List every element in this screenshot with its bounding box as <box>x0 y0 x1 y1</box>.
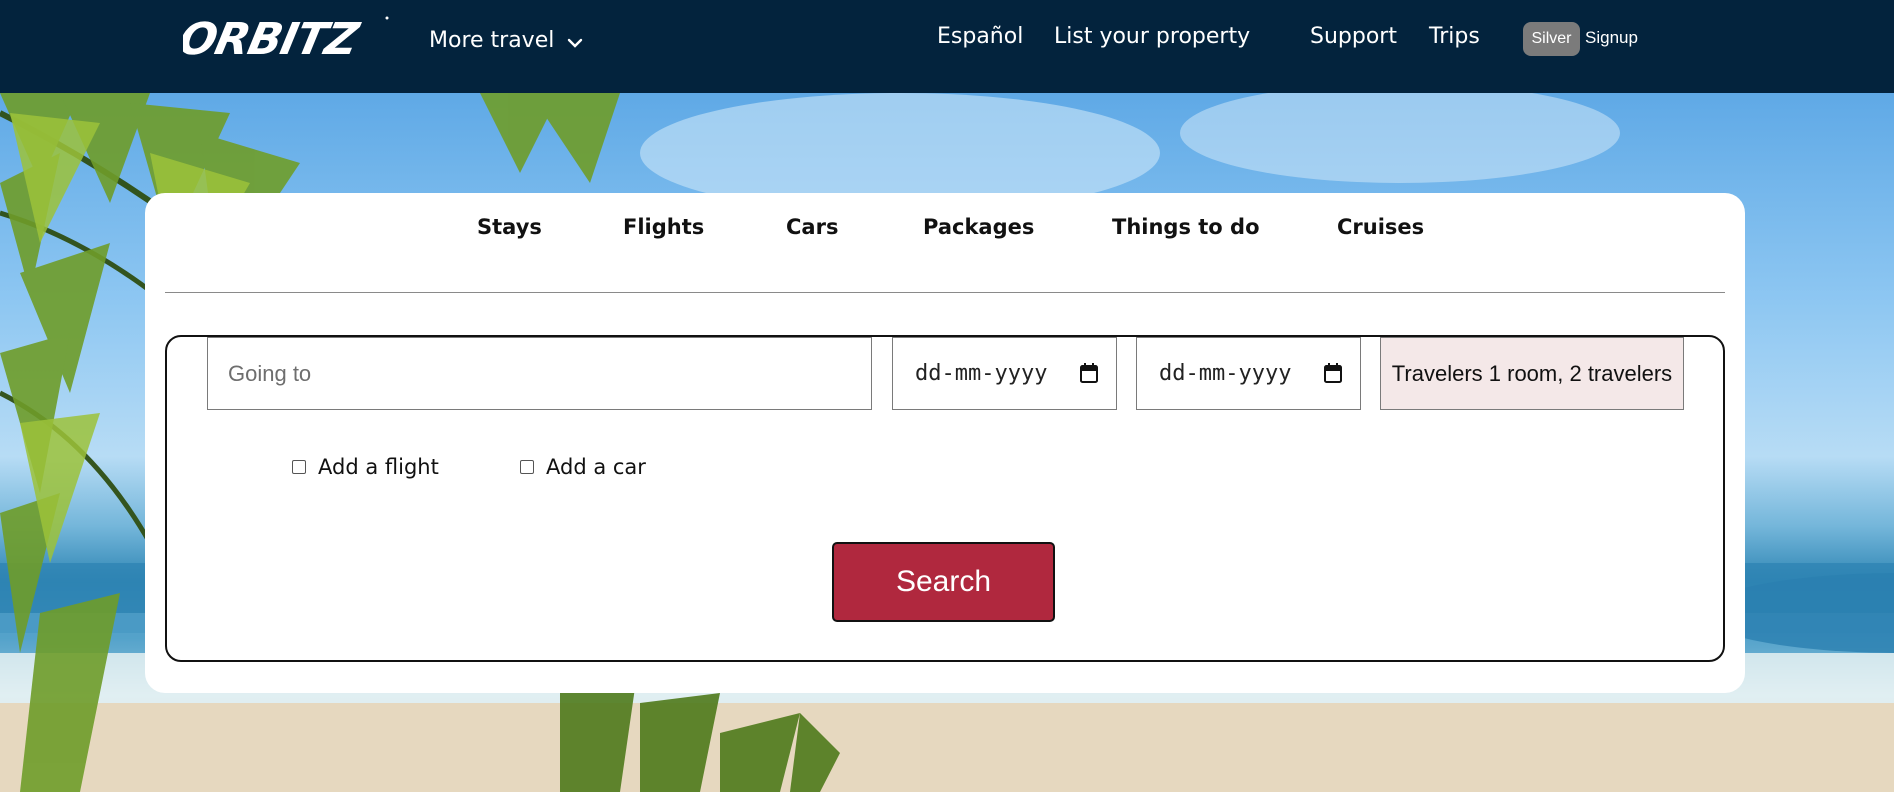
logo-text: ORBITZ <box>183 14 364 62</box>
checkin-date-input[interactable]: dd-mm-yyyy <box>892 337 1117 410</box>
support-link[interactable]: Support <box>1310 24 1397 49</box>
checkout-date-placeholder: dd-mm-yyyy <box>1159 361 1292 386</box>
calendar-icon[interactable] <box>1080 363 1098 383</box>
tab-flights[interactable]: Flights <box>623 215 704 239</box>
list-your-property-link[interactable]: List your property <box>1054 24 1250 49</box>
tab-stays[interactable]: Stays <box>477 215 542 239</box>
search-card: Stays Flights Cars Packages Things to do… <box>145 193 1745 693</box>
signup-link[interactable]: Signup <box>1585 28 1638 48</box>
tab-cars[interactable]: Cars <box>786 215 838 239</box>
tabs-divider <box>165 292 1725 293</box>
add-flight-checkbox[interactable] <box>292 460 306 474</box>
language-link-espanol[interactable]: Español <box>937 24 1023 49</box>
checkout-date-input[interactable]: dd-mm-yyyy <box>1136 337 1361 410</box>
add-car-checkbox[interactable] <box>520 460 534 474</box>
travelers-selector[interactable]: Travelers 1 room, 2 travelers <box>1380 337 1684 410</box>
tab-cruises[interactable]: Cruises <box>1337 215 1424 239</box>
more-travel-label: More travel <box>429 28 555 53</box>
more-travel-menu[interactable]: More travel <box>429 28 583 54</box>
product-tabs: Stays Flights Cars Packages Things to do… <box>145 193 1745 293</box>
chevron-down-icon <box>567 29 583 54</box>
search-button[interactable]: Search <box>832 542 1055 622</box>
trips-link[interactable]: Trips <box>1429 24 1480 49</box>
tab-packages[interactable]: Packages <box>923 215 1034 239</box>
tab-things-to-do[interactable]: Things to do <box>1112 215 1260 239</box>
destination-input[interactable] <box>207 337 872 410</box>
stay-search-form: dd-mm-yyyy dd-mm-yyyy Travelers 1 room, … <box>165 335 1725 662</box>
add-car-label: Add a car <box>546 455 646 479</box>
add-flight-label: Add a flight <box>318 455 439 479</box>
checkin-date-placeholder: dd-mm-yyyy <box>915 361 1048 386</box>
top-navigation-bar: ORBITZ More travel Español List your pro… <box>0 0 1894 93</box>
add-flight-option[interactable]: Add a flight <box>292 455 439 479</box>
add-car-option[interactable]: Add a car <box>520 455 646 479</box>
member-tier-badge[interactable]: Silver <box>1523 22 1580 56</box>
calendar-icon[interactable] <box>1324 363 1342 383</box>
orbitz-logo[interactable]: ORBITZ <box>183 14 393 62</box>
